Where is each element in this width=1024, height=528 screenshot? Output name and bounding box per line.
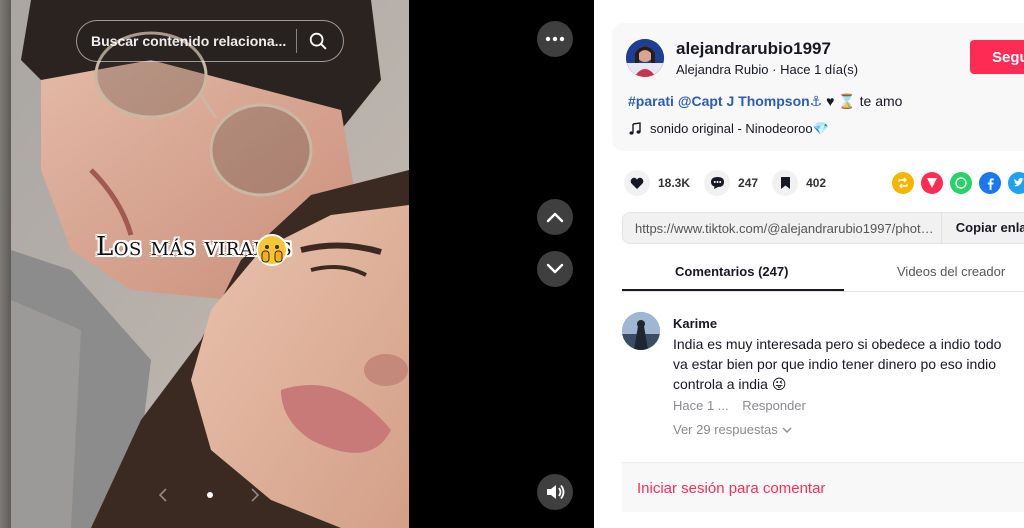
panel-tabs: Comentarios (247) Videos del creador bbox=[622, 258, 1024, 292]
engagement-stats: 18.3K 247 402 bbox=[624, 170, 840, 196]
send-icon[interactable] bbox=[921, 172, 943, 194]
post-caption: #parati @Capt J Thompson⚓ ♥ ⌛ te amo bbox=[628, 93, 902, 110]
volume-icon bbox=[547, 484, 565, 500]
author-display-name[interactable]: Alejandra Rubio bbox=[676, 62, 769, 77]
carousel-dot-active[interactable] bbox=[207, 492, 213, 498]
chevron-down-icon bbox=[782, 427, 792, 433]
chevron-down-icon bbox=[546, 263, 564, 274]
share-icons bbox=[892, 172, 1024, 194]
author-info-card: alejandrarubio1997 Alejandra Rubio · Hac… bbox=[612, 23, 1024, 151]
hashtag-link[interactable]: #parati bbox=[628, 93, 674, 109]
selfie-image bbox=[11, 0, 409, 528]
bookmark-icon bbox=[780, 177, 790, 189]
comment-count: 247 bbox=[738, 176, 759, 190]
post-timestamp: Hace 1 día(s) bbox=[780, 62, 859, 77]
post-photo[interactable] bbox=[11, 0, 409, 528]
comment-stat[interactable]: 247 bbox=[704, 170, 758, 196]
active-tab-indicator bbox=[622, 289, 844, 291]
save-count: 402 bbox=[806, 176, 827, 190]
previous-post-button[interactable] bbox=[537, 199, 573, 235]
peeking-face-emoji-icon bbox=[256, 234, 288, 266]
view-replies-label: Ver 29 respuestas bbox=[673, 422, 778, 437]
chevron-up-icon bbox=[546, 212, 564, 223]
copy-link-button[interactable]: Copiar enlace bbox=[940, 212, 1024, 244]
commenter-avatar-image bbox=[622, 312, 660, 350]
tab-comments[interactable]: Comentarios (247) bbox=[675, 264, 788, 279]
whatsapp-glyph-icon bbox=[955, 177, 967, 189]
search-input[interactable]: Buscar contenido relaciona... bbox=[91, 33, 290, 49]
media-viewer: Buscar contenido relaciona... Los más vi… bbox=[0, 0, 594, 528]
comment-time: Hace 1 ... bbox=[673, 398, 729, 413]
carousel-next-icon[interactable] bbox=[249, 486, 261, 504]
copy-link-bar: https://www.tiktok.com/@alejandrarubio19… bbox=[622, 212, 1024, 244]
send-glyph-icon bbox=[927, 178, 937, 188]
carousel-prev-icon[interactable] bbox=[157, 486, 169, 504]
more-dots-icon bbox=[545, 36, 565, 42]
comment-button[interactable] bbox=[704, 170, 731, 196]
repost-icon[interactable] bbox=[892, 172, 914, 194]
like-count: 18.3K bbox=[658, 176, 691, 190]
avatar-image bbox=[626, 39, 664, 77]
search-icon[interactable] bbox=[307, 30, 329, 52]
search-divider bbox=[296, 29, 297, 53]
comment-bubble-icon bbox=[710, 177, 724, 189]
commenter-avatar[interactable] bbox=[622, 312, 660, 350]
next-post-button[interactable] bbox=[537, 251, 573, 287]
commenter-name[interactable]: Karime bbox=[673, 316, 717, 331]
save-button[interactable] bbox=[772, 170, 799, 196]
caption-text: ♥ ⌛ te amo bbox=[822, 93, 903, 109]
comment-text: India es muy interesada pero si obedece … bbox=[673, 336, 1002, 392]
side-edge bbox=[0, 0, 11, 528]
login-to-comment-bar[interactable]: Iniciar sesión para comentar bbox=[622, 462, 1024, 512]
facebook-icon[interactable] bbox=[979, 172, 1001, 194]
photo-carousel-nav bbox=[11, 484, 409, 506]
heart-icon bbox=[630, 177, 644, 189]
login-to-comment-link[interactable]: Iniciar sesión para comentar bbox=[637, 480, 825, 497]
like-stat[interactable]: 18.3K bbox=[624, 170, 690, 196]
tiktok-photo-post-view: Buscar contenido relaciona... Los más vi… bbox=[0, 0, 1024, 528]
reply-button[interactable]: Responder bbox=[742, 398, 806, 413]
sound-label: sonido original - Ninodeoroo💎 bbox=[650, 121, 829, 136]
repost-glyph-icon bbox=[898, 177, 908, 189]
post-url[interactable]: https://www.tiktok.com/@alejandrarubio19… bbox=[623, 221, 941, 236]
follow-button[interactable]: Seguir bbox=[970, 40, 1024, 74]
volume-button[interactable] bbox=[537, 474, 573, 510]
twitter-glyph-icon bbox=[1014, 177, 1024, 187]
tab-creator-videos[interactable]: Videos del creador bbox=[897, 264, 1005, 279]
related-search-bar[interactable]: Buscar contenido relaciona... bbox=[76, 20, 344, 62]
mention-link[interactable]: @Capt J Thompson⚓ bbox=[678, 93, 822, 109]
more-options-button[interactable] bbox=[537, 21, 573, 57]
author-subline: Alejandra Rubio · Hace 1 día(s) bbox=[676, 62, 858, 77]
facebook-glyph-icon bbox=[987, 178, 994, 190]
comment-meta: Hace 1 ... Responder bbox=[673, 398, 806, 413]
music-note-icon bbox=[629, 122, 641, 135]
post-details-panel: alejandrarubio1997 Alejandra Rubio · Hac… bbox=[594, 0, 1024, 528]
twitter-icon[interactable] bbox=[1008, 172, 1024, 194]
save-stat[interactable]: 402 bbox=[772, 170, 826, 196]
whatsapp-icon[interactable] bbox=[950, 172, 972, 194]
author-avatar[interactable] bbox=[626, 39, 664, 77]
sound-link[interactable]: sonido original - Ninodeoroo💎 bbox=[628, 121, 829, 137]
author-username[interactable]: alejandrarubio1997 bbox=[676, 39, 831, 59]
view-replies-button[interactable]: Ver 29 respuestas bbox=[673, 422, 792, 437]
like-button[interactable] bbox=[624, 170, 650, 196]
subline-separator: · bbox=[772, 62, 777, 77]
